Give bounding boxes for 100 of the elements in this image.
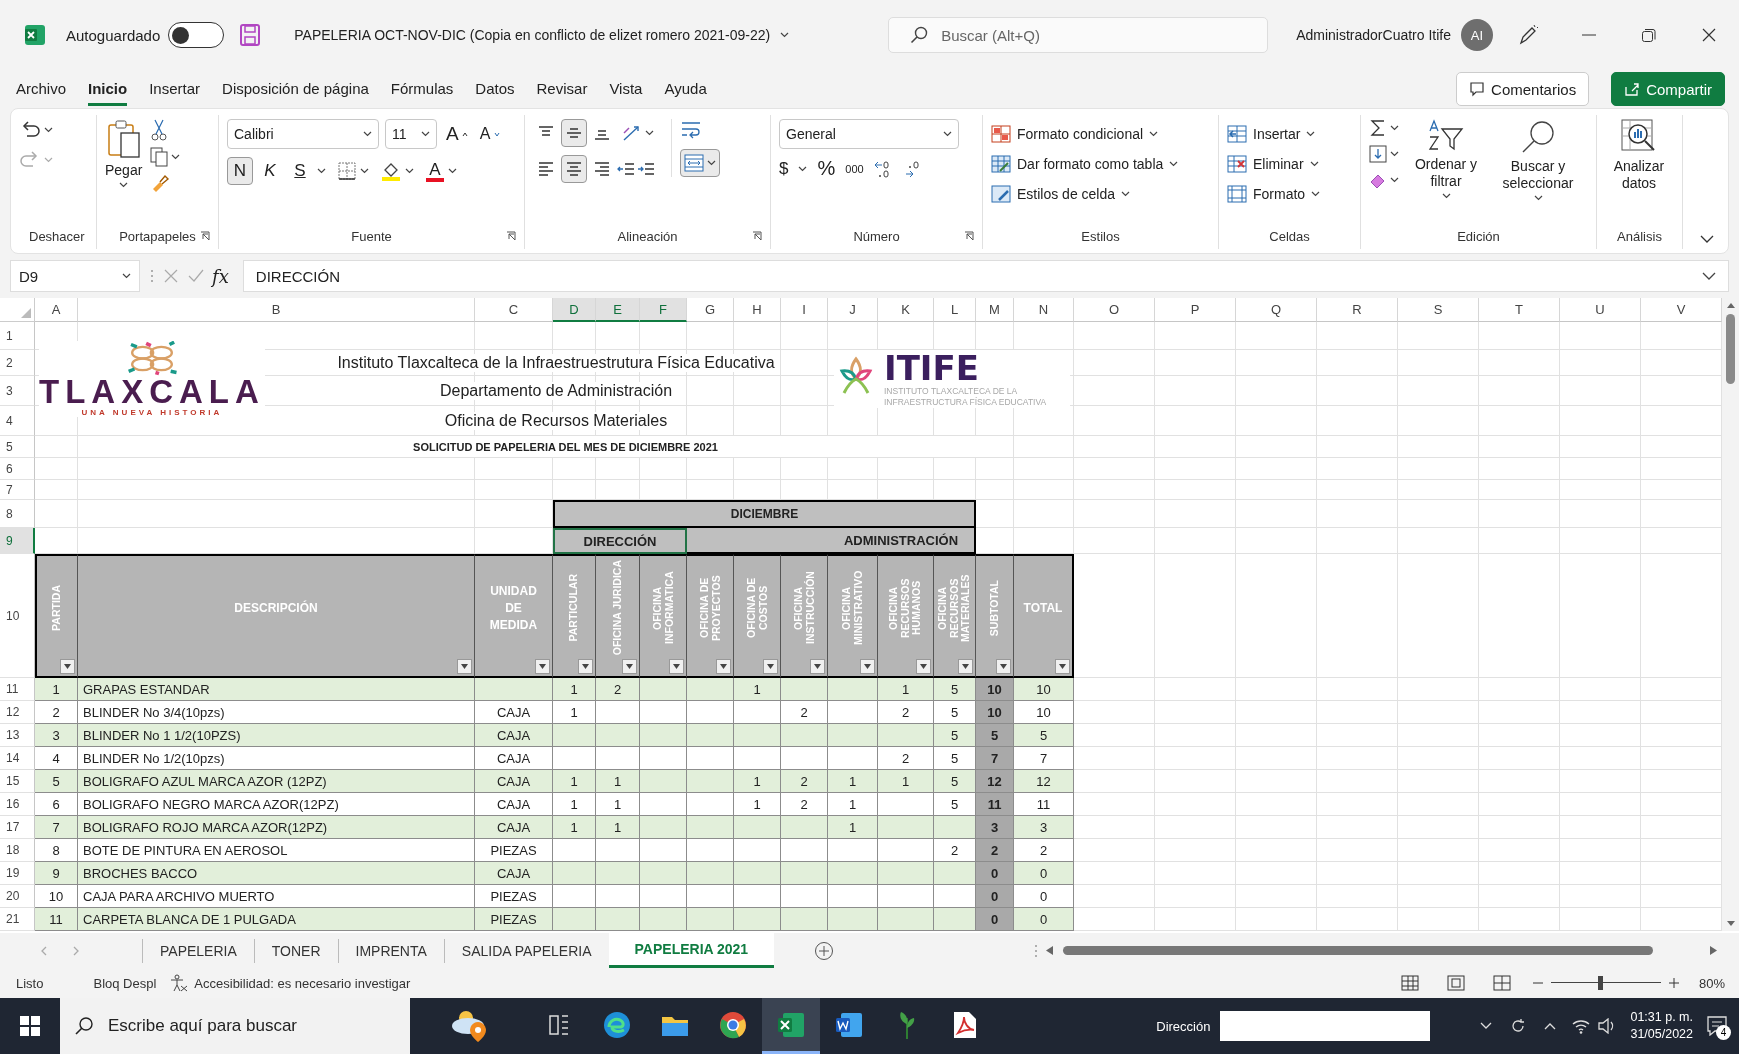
- row-header[interactable]: 19: [0, 862, 35, 885]
- share-button[interactable]: Compartir: [1611, 72, 1725, 106]
- row-header[interactable]: 6: [0, 458, 35, 480]
- address-label: Dirección: [1156, 1018, 1211, 1034]
- column-header[interactable]: K: [878, 298, 934, 322]
- column-header[interactable]: A: [35, 298, 78, 322]
- cells-button[interactable]: Insertar: [1227, 119, 1321, 149]
- row-header[interactable]: 2: [0, 350, 35, 376]
- sheet-tab[interactable]: PAPELERIA 2021: [608, 933, 775, 968]
- ribbon-tab[interactable]: Datos: [475, 72, 515, 106]
- column-header[interactable]: M: [976, 298, 1014, 322]
- row-header[interactable]: 16: [0, 793, 35, 816]
- styles-button[interactable]: Estilos de celda: [991, 179, 1179, 209]
- column-header[interactable]: O: [1074, 298, 1155, 322]
- table-cell: BOLIGRAFO AZUL MARCA AZOR (12PZ): [78, 770, 475, 793]
- row-header[interactable]: 8: [0, 500, 35, 528]
- formula-field[interactable]: DIRECCIÓN: [242, 260, 1729, 292]
- sort-filter-button[interactable]: Ordenar y filtrar: [1407, 119, 1485, 199]
- ribbon-tab[interactable]: Disposición de página: [222, 72, 369, 106]
- row-header[interactable]: 20: [0, 885, 35, 908]
- column-header[interactable]: P: [1155, 298, 1236, 322]
- row-header[interactable]: 13: [0, 724, 35, 747]
- row-header[interactable]: 21: [0, 908, 35, 931]
- zoom-level[interactable]: 80%: [1698, 975, 1725, 991]
- currency-button[interactable]: $: [779, 158, 789, 179]
- cells-button[interactable]: Formato: [1227, 179, 1321, 209]
- column-header[interactable]: H: [734, 298, 781, 322]
- ribbon-tab[interactable]: Revisar: [536, 72, 588, 106]
- bold-button[interactable]: N: [227, 157, 253, 185]
- column-header[interactable]: E: [596, 298, 640, 322]
- row-header[interactable]: 12: [0, 701, 35, 724]
- row-header[interactable]: 17: [0, 816, 35, 839]
- area-header[interactable]: ADMINISTRACIÓN: [828, 528, 976, 554]
- user-avatar[interactable]: AI: [1461, 19, 1493, 51]
- thousands-button[interactable]: 000: [845, 162, 864, 175]
- search-field[interactable]: Buscar (Alt+Q): [888, 17, 1269, 53]
- sheet-tab[interactable]: IMPRENTA: [337, 938, 444, 963]
- row-header[interactable]: 7: [0, 480, 35, 500]
- taskbar-search-field[interactable]: Escribe aquí para buscar: [60, 998, 410, 1054]
- table-cell: 3: [1014, 816, 1074, 839]
- ribbon-tab[interactable]: Vista: [609, 72, 643, 106]
- row-header[interactable]: 4: [0, 406, 35, 436]
- column-header[interactable]: R: [1317, 298, 1398, 322]
- shrink-font-button[interactable]: A: [476, 120, 503, 148]
- row-header[interactable]: 9: [0, 528, 35, 554]
- italic-button[interactable]: K: [257, 157, 283, 185]
- column-header[interactable]: G: [687, 298, 734, 322]
- name-box[interactable]: D9: [10, 260, 140, 292]
- column-header[interactable]: C: [475, 298, 553, 322]
- table-cell: 12: [1014, 770, 1074, 793]
- column-header[interactable]: I: [781, 298, 828, 322]
- comments-button[interactable]: Comentarios: [1456, 72, 1590, 106]
- sheet-tab[interactable]: PAPELERIA: [142, 938, 254, 963]
- column-header[interactable]: Q: [1236, 298, 1317, 322]
- row-header[interactable]: 14: [0, 747, 35, 770]
- font-name-field[interactable]: Calibri: [227, 119, 379, 149]
- ribbon-tab[interactable]: Fórmulas: [390, 72, 454, 106]
- row-header[interactable]: 18: [0, 839, 35, 862]
- font-color-button[interactable]: A: [426, 160, 444, 182]
- column-header[interactable]: F: [640, 298, 687, 322]
- styles-button[interactable]: Formato condicional: [991, 119, 1179, 149]
- styles-button[interactable]: Dar formato como tabla: [991, 149, 1179, 179]
- column-header[interactable]: B: [78, 298, 475, 322]
- group-label: Número: [852, 228, 901, 244]
- paste-button[interactable]: Pegar: [105, 119, 143, 188]
- font-size-field[interactable]: 11: [385, 119, 437, 149]
- column-header[interactable]: T: [1479, 298, 1560, 322]
- analyze-data-button[interactable]: Analizar datos: [1605, 119, 1673, 192]
- row-header[interactable]: 10: [0, 554, 35, 678]
- underline-button[interactable]: S: [287, 157, 313, 185]
- row-header[interactable]: 5: [0, 436, 35, 458]
- row-header[interactable]: 15: [0, 770, 35, 793]
- ribbon-tab[interactable]: Insertar: [149, 72, 201, 106]
- column-header[interactable]: J: [828, 298, 878, 322]
- table-cell: BOLIGRAFO NEGRO MARCA AZOR(12PZ): [78, 793, 475, 816]
- column-header[interactable]: D: [553, 298, 596, 322]
- group-label: Portapapeles: [118, 228, 197, 244]
- row-header[interactable]: 11: [0, 678, 35, 701]
- row-header[interactable]: 1: [0, 322, 35, 350]
- sheet-tab[interactable]: SALIDA PAPELERIA: [443, 938, 609, 963]
- number-format-field[interactable]: General: [779, 119, 959, 149]
- column-header[interactable]: V: [1641, 298, 1722, 322]
- column-header[interactable]: U: [1560, 298, 1641, 322]
- table-cell: 1: [734, 678, 781, 701]
- grow-font-button[interactable]: A: [443, 120, 471, 148]
- document-title[interactable]: PAPELERIA OCT-NOV-DIC (Copia en conflicto de elizet romero 2021-09-22): [294, 27, 771, 43]
- sheet-tab[interactable]: TONER: [253, 938, 338, 963]
- insert-function-button[interactable]: fx: [212, 265, 229, 287]
- percent-button[interactable]: %: [817, 157, 836, 180]
- ribbon-tab[interactable]: Archivo: [16, 72, 67, 106]
- clock[interactable]: 01:31 p. m. 31/05/2022: [1630, 1009, 1693, 1043]
- find-select-button[interactable]: Buscar y seleccionar: [1493, 119, 1583, 201]
- column-header[interactable]: L: [934, 298, 976, 322]
- ribbon-tab[interactable]: Ayuda: [664, 72, 707, 106]
- column-header[interactable]: S: [1398, 298, 1479, 322]
- row-header[interactable]: 3: [0, 376, 35, 406]
- accessibility-status[interactable]: Accesibilidad: es necesario investigar: [194, 975, 411, 991]
- area-header[interactable]: DIRECCIÓN: [553, 528, 687, 554]
- column-header[interactable]: N: [1014, 298, 1074, 322]
- cells-button[interactable]: Eliminar: [1227, 149, 1321, 179]
